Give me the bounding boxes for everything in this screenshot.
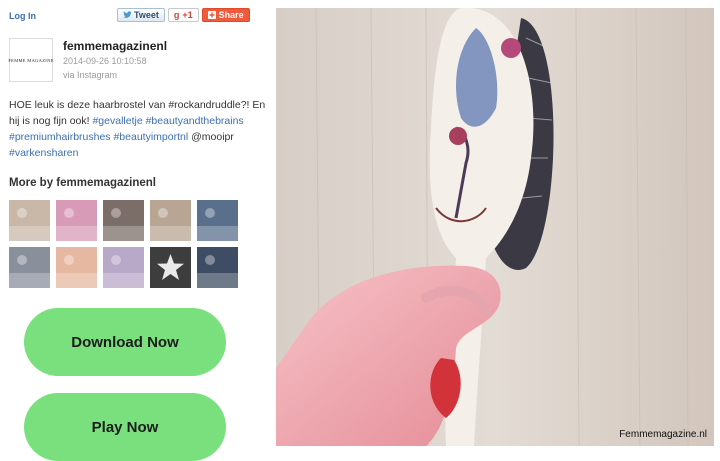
hairbrush-photo-image bbox=[276, 8, 714, 446]
image-icon bbox=[103, 208, 144, 241]
photo-thumbnail[interactable] bbox=[103, 200, 144, 241]
star-icon bbox=[157, 254, 184, 280]
hashtag-link[interactable]: #varkensharen bbox=[9, 147, 78, 159]
thumbnail-grid bbox=[9, 200, 238, 288]
photo-thumbnail[interactable] bbox=[56, 247, 97, 288]
download-now-button[interactable]: Download Now bbox=[24, 308, 226, 376]
twitter-bird-icon bbox=[123, 11, 132, 19]
photo-thumbnail[interactable] bbox=[9, 247, 50, 288]
avatar-logo-text: FEMME MAGAZINE bbox=[8, 57, 54, 63]
photo-thumbnail[interactable] bbox=[197, 200, 238, 241]
share-bar: Tweet g +1 Share bbox=[117, 8, 250, 22]
photo-thumbnail[interactable] bbox=[150, 200, 191, 241]
post-caption: HOE leuk is deze haarbrostel van #rockan… bbox=[9, 97, 269, 161]
hashtag-link[interactable]: #beautyimportnl bbox=[113, 131, 188, 143]
hashtag-link[interactable]: #premiumhairbrushes bbox=[9, 131, 111, 143]
share-button[interactable]: Share bbox=[201, 8, 250, 22]
mention-text: @mooipr bbox=[191, 131, 234, 143]
image-icon bbox=[9, 255, 50, 288]
tweet-label: Tweet bbox=[134, 10, 159, 20]
gplus-button[interactable]: g +1 bbox=[167, 8, 199, 22]
image-icon bbox=[150, 208, 191, 241]
tweet-button[interactable]: Tweet bbox=[117, 8, 165, 22]
post-timestamp: 2014-09-26 10:10:58 bbox=[63, 56, 147, 66]
source-label: via Instagram bbox=[63, 70, 118, 80]
username[interactable]: femmemagazinenl bbox=[63, 39, 167, 53]
post-photo[interactable]: Femmemagazine.nl bbox=[276, 8, 714, 446]
hashtag-link[interactable]: #beautyandthebrains bbox=[146, 115, 244, 127]
image-icon bbox=[56, 255, 97, 288]
gplus-label: +1 bbox=[182, 10, 193, 20]
photo-thumbnail[interactable] bbox=[103, 247, 144, 288]
photo-watermark: Femmemagazine.nl bbox=[619, 429, 707, 440]
play-now-label: Play Now bbox=[91, 418, 159, 436]
share-label: Share bbox=[218, 10, 244, 20]
download-now-label: Download Now bbox=[71, 333, 179, 351]
image-icon bbox=[197, 255, 238, 288]
photo-thumbnail[interactable] bbox=[56, 200, 97, 241]
star-thumbnail[interactable] bbox=[150, 247, 191, 288]
play-now-button[interactable]: Play Now bbox=[24, 393, 226, 461]
image-icon bbox=[9, 208, 50, 241]
photo-thumbnail[interactable] bbox=[197, 247, 238, 288]
google-plus-icon: g bbox=[173, 10, 180, 20]
photo-thumbnail[interactable] bbox=[9, 200, 50, 241]
image-icon bbox=[197, 208, 238, 241]
image-icon bbox=[103, 255, 144, 288]
image-icon bbox=[56, 208, 97, 241]
plus-square-icon bbox=[207, 11, 216, 19]
hashtag-link[interactable]: #gevalletje bbox=[92, 115, 142, 127]
more-by-heading: More by femmemagazinenl bbox=[9, 177, 156, 189]
avatar[interactable]: FEMME MAGAZINE bbox=[8, 38, 54, 82]
login-link[interactable]: Log In bbox=[9, 11, 36, 21]
